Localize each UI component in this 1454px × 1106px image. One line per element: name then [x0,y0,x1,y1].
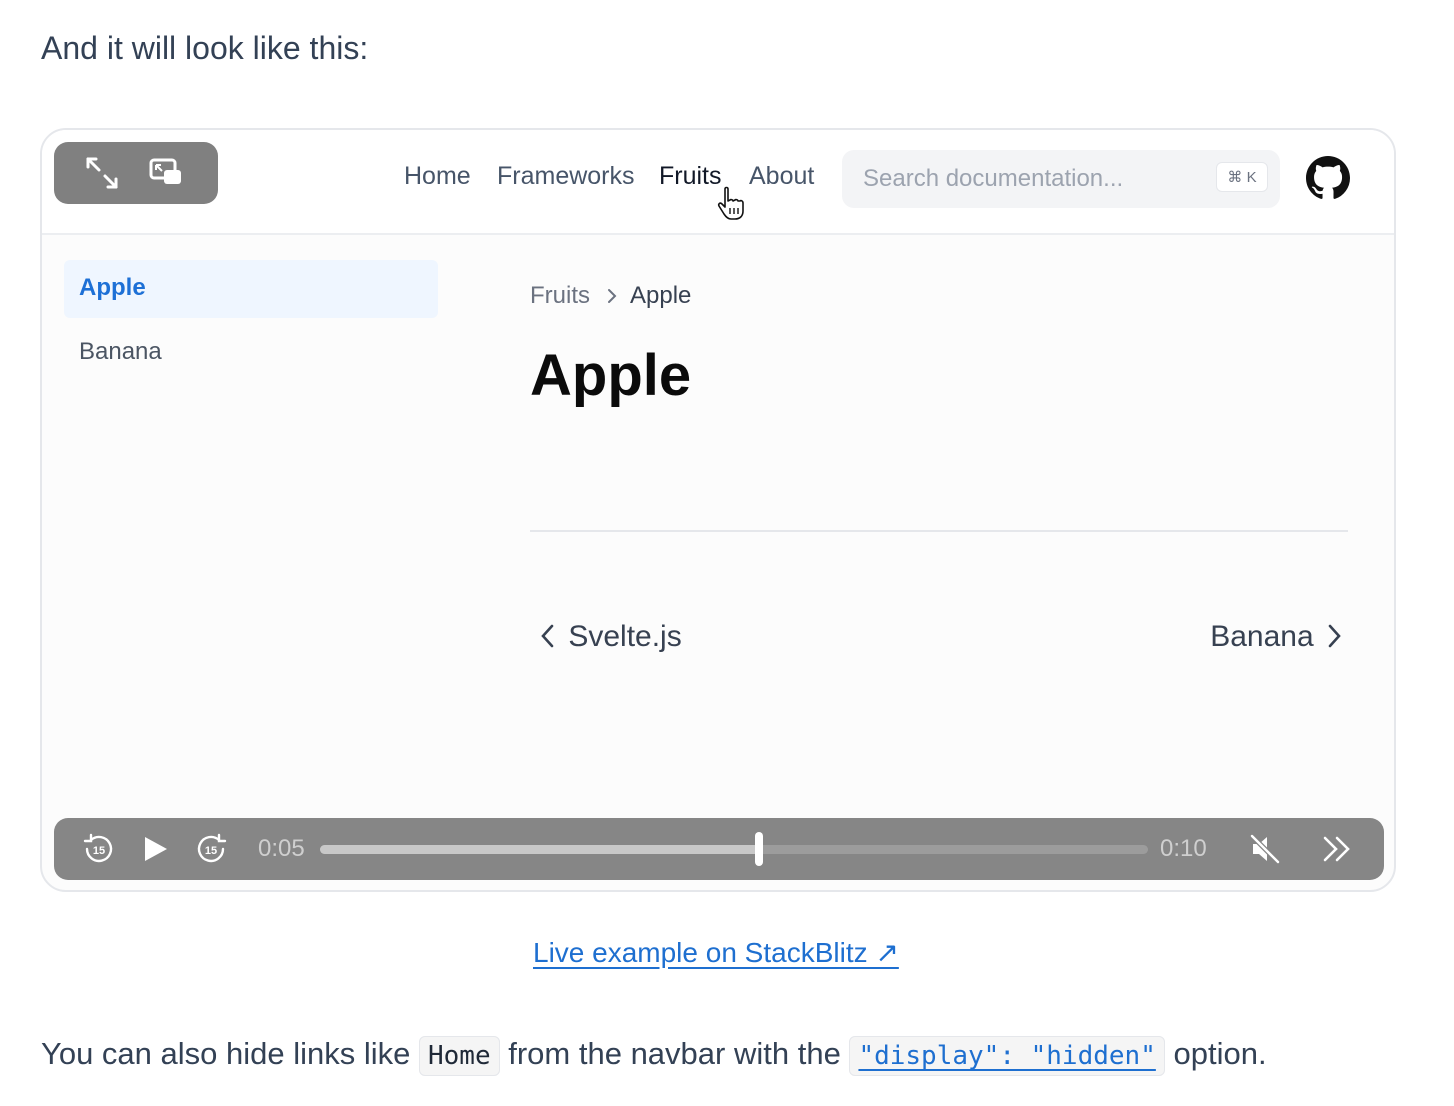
nav-link-home[interactable]: Home [404,162,471,191]
current-time: 0:05 [258,835,305,862]
outro-text-3: option. [1173,1036,1267,1071]
nav-link-about[interactable]: About [749,162,814,191]
forward-15-icon[interactable]: 15 [194,832,228,866]
forward-seconds: 15 [205,845,217,857]
outro-text-1: You can also hide links like [41,1036,411,1071]
demo-navbar: Home Frameworks Fruits About Search docu… [42,130,1394,235]
progress-track[interactable] [320,832,1148,866]
breadcrumb-apple: Apple [630,282,692,309]
progress-handle[interactable] [754,832,763,866]
video-player-controls: 15 15 0:05 0:10 [54,818,1384,880]
picture-in-picture-icon[interactable] [148,155,184,191]
progress-fill [320,845,759,854]
prev-page-label: Svelte.js [568,620,682,653]
search-shortcut-badge: ⌘ K [1216,162,1268,192]
sidebar-item-banana[interactable]: Banana [79,338,162,366]
chevron-right-icon [1328,624,1341,648]
nav-link-fruits[interactable]: Fruits [659,162,722,191]
next-page-label: Banana [1210,620,1314,653]
duration: 0:10 [1160,835,1207,862]
intro-text: And it will look like this: [41,30,369,66]
page-title: Apple [530,343,692,408]
sidebar-item-label: Apple [79,274,146,301]
search-box[interactable]: Search documentation... ⌘ K [842,150,1280,208]
window-controls [54,142,218,204]
prev-page-link[interactable]: Svelte.js [536,620,682,654]
divider [530,530,1348,532]
search-placeholder: Search documentation... [863,165,1124,192]
chevron-right-icon [608,289,617,303]
expand-icon[interactable] [84,155,120,191]
muted-speaker-icon[interactable] [1248,832,1282,866]
stackblitz-link[interactable]: Live example on StackBlitz ↗ [533,936,899,969]
sidebar-item-apple[interactable]: Apple [64,260,438,318]
github-icon[interactable] [1306,156,1350,200]
inline-code-home: Home [419,1036,500,1076]
outro-text-2: from the navbar with the [508,1036,841,1071]
rewind-15-icon[interactable]: 15 [82,832,116,866]
display-hidden-link[interactable]: "display": "hidden" [849,1036,1165,1076]
next-page-link[interactable]: Banana [1210,620,1346,654]
double-chevron-right-icon[interactable] [1320,832,1354,866]
outro-paragraph: You can also hide links like Home from t… [41,1036,1267,1076]
hand-cursor-icon [717,186,744,220]
rewind-seconds: 15 [93,845,105,857]
breadcrumb-fruits[interactable]: Fruits [530,282,590,310]
chevron-left-icon [541,624,554,648]
play-icon[interactable] [138,832,172,866]
nav-link-frameworks[interactable]: Frameworks [497,162,635,191]
demo-video-frame: Home Frameworks Fruits About Search docu… [40,128,1396,892]
